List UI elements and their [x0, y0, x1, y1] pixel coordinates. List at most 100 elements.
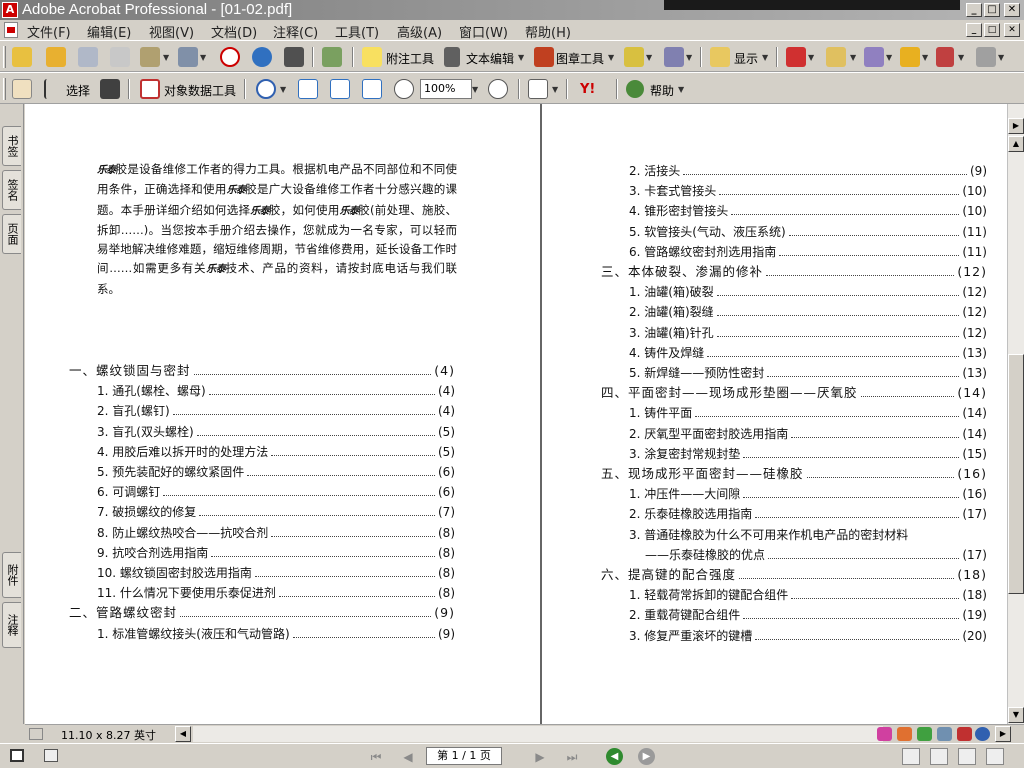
- page-right-icon[interactable]: ▶: [1008, 118, 1024, 134]
- rotate-view-icon[interactable]: [528, 79, 548, 99]
- chevron-down-icon[interactable]: ▼: [472, 85, 478, 94]
- chevron-down-icon[interactable]: ▼: [200, 53, 206, 62]
- text-edit-icon[interactable]: [444, 47, 460, 67]
- leaf-icon[interactable]: [917, 727, 932, 741]
- toc-section-heading[interactable]: 六、提高键的配合强度 (18): [601, 566, 987, 584]
- toc-entry[interactable]: 2. 油罐(箱)裂缝 (12): [629, 303, 987, 321]
- zoom-plus-icon[interactable]: [488, 79, 508, 99]
- continuous-layout-icon[interactable]: [930, 748, 948, 765]
- stamp-tools-label[interactable]: 图章工具: [556, 50, 604, 67]
- tab-attachments[interactable]: 附件: [2, 552, 21, 598]
- toc-entry[interactable]: 3. 卡套式管接头 (10): [629, 182, 987, 200]
- toc-entry[interactable]: 8. 防止螺纹热咬合——抗咬合剂 (8): [97, 524, 455, 542]
- toc-entry[interactable]: 3. 盲孔(双头螺栓) (5): [97, 423, 455, 441]
- chevron-down-icon[interactable]: ▼: [280, 85, 286, 94]
- read-aloud-icon[interactable]: [322, 47, 342, 67]
- first-page-icon[interactable]: ⏮: [366, 749, 386, 765]
- scroll-up-icon[interactable]: ▲: [1008, 136, 1024, 152]
- toc-entry[interactable]: 2. 活接头 (9): [629, 162, 987, 180]
- acrobat-app-icon[interactable]: A: [2, 2, 18, 18]
- fit-width-icon[interactable]: [362, 79, 382, 99]
- tab-signatures[interactable]: 签名: [2, 170, 21, 210]
- hand-tool-icon[interactable]: [12, 79, 32, 99]
- menu-help[interactable]: 帮助(H): [525, 22, 571, 41]
- toc-entry[interactable]: 1. 油罐(箱)破裂 (12): [629, 283, 987, 301]
- signature-icon[interactable]: [864, 47, 884, 67]
- chevron-down-icon[interactable]: ▼: [808, 53, 814, 62]
- zoom-out-icon[interactable]: [394, 79, 414, 99]
- horizontal-scrollbar[interactable]: [193, 726, 883, 742]
- highlight-icon[interactable]: [624, 47, 644, 67]
- object-data-label[interactable]: 对象数据工具: [164, 82, 236, 99]
- help-label[interactable]: 帮助: [650, 82, 674, 99]
- save-icon[interactable]: [78, 47, 98, 67]
- toc-entry[interactable]: 2. 重载荷键配合组件 (19): [629, 606, 987, 624]
- navigation-pane-toggle-icon[interactable]: [10, 749, 24, 762]
- comment-tool-icon[interactable]: [877, 727, 892, 741]
- lock-icon[interactable]: [900, 47, 920, 67]
- next-view-icon[interactable]: ▶: [638, 748, 655, 765]
- forms-icon[interactable]: [976, 47, 996, 67]
- text-edit-label[interactable]: 文本编辑: [466, 50, 514, 67]
- note-icon[interactable]: [362, 47, 382, 67]
- tab-bookmarks[interactable]: 书签: [2, 126, 21, 166]
- doc-restore-button[interactable]: □: [984, 23, 1000, 37]
- chevron-down-icon[interactable]: ▼: [922, 53, 928, 62]
- page-view-icon[interactable]: [44, 749, 58, 762]
- select-label[interactable]: 选择: [66, 82, 90, 99]
- menu-window[interactable]: 窗口(W): [459, 22, 508, 41]
- chevron-down-icon[interactable]: ▼: [762, 53, 768, 62]
- scroll-left-icon[interactable]: ◀: [175, 726, 191, 742]
- toc-entry[interactable]: 5. 软管接头(气动、液压系统) (11): [629, 223, 987, 241]
- chevron-down-icon[interactable]: ▼: [958, 53, 964, 62]
- document-status-icon[interactable]: [957, 727, 972, 741]
- menu-document[interactable]: 文档(D): [211, 22, 257, 41]
- object-data-icon[interactable]: [140, 79, 160, 99]
- toc-entry[interactable]: 4. 铸件及焊缝 (13): [629, 344, 987, 362]
- toolbar-grip[interactable]: [3, 78, 6, 100]
- toc-section-heading[interactable]: 二、管路螺纹密封 (9): [69, 604, 455, 622]
- toc-entry[interactable]: 5. 预先装配好的螺纹紧固件 (6): [97, 463, 455, 481]
- scroll-down-icon[interactable]: ▼: [1008, 707, 1024, 723]
- link-icon[interactable]: [897, 727, 912, 741]
- review-icon[interactable]: [826, 47, 846, 67]
- zoom-input[interactable]: 100%: [420, 79, 472, 99]
- chevron-down-icon[interactable]: ▼: [998, 53, 1004, 62]
- toc-entry[interactable]: 3. 普通硅橡胶为什么不可用来作机电产品的密封材料: [629, 526, 987, 544]
- next-page-icon[interactable]: ▶: [530, 749, 550, 765]
- toc-entry[interactable]: 2. 厌氧型平面密封胶选用指南 (14): [629, 425, 987, 443]
- toc-entry[interactable]: 9. 抗咬合剂选用指南 (8): [97, 544, 455, 562]
- toc-entry[interactable]: 6. 管路螺纹密封剂选用指南 (11): [629, 243, 987, 261]
- snapshot-icon[interactable]: [100, 79, 120, 99]
- chevron-down-icon[interactable]: ▼: [646, 53, 652, 62]
- scroll-right-icon[interactable]: ▶: [995, 726, 1011, 742]
- toc-section-heading[interactable]: 一、螺纹锁固与密封 (4): [69, 362, 455, 380]
- keyboard-icon[interactable]: [937, 727, 952, 741]
- close-button[interactable]: ✕: [1004, 3, 1020, 17]
- toc-entry[interactable]: 3. 涂复密封常规封垫 (15): [629, 445, 987, 463]
- attach-icon[interactable]: [178, 47, 198, 67]
- tab-comments[interactable]: 注释: [2, 602, 21, 648]
- toc-entry[interactable]: 4. 用胶后难以拆开时的处理方法 (5): [97, 443, 455, 461]
- actual-size-icon[interactable]: [298, 79, 318, 99]
- pen-icon[interactable]: [936, 47, 954, 67]
- single-page-layout-icon[interactable]: [902, 748, 920, 765]
- select-text-icon[interactable]: [44, 79, 58, 99]
- help-circle-icon[interactable]: [975, 727, 990, 741]
- fit-page-icon[interactable]: [330, 79, 350, 99]
- split-handle-icon[interactable]: [29, 728, 43, 740]
- open-icon[interactable]: [12, 47, 32, 67]
- yahoo-button[interactable]: Y!: [580, 82, 595, 97]
- create-pdf-from-icon[interactable]: [786, 47, 806, 67]
- continuous-facing-layout-icon[interactable]: [986, 748, 1004, 765]
- document-view[interactable]: 乐泰胶是设备维修工作者的得力工具。根据机电产品不同部位和不同使用条件，正确选择和…: [25, 104, 1007, 724]
- zoom-in-icon[interactable]: [256, 79, 276, 99]
- stamp-icon[interactable]: [534, 47, 554, 67]
- toc-entry[interactable]: 7. 破损螺纹的修复 (7): [97, 503, 455, 521]
- minimize-button[interactable]: _: [966, 3, 982, 17]
- tab-pages[interactable]: 页面: [2, 214, 21, 254]
- vertical-scrollbar[interactable]: ▶ ▲ ▼: [1007, 104, 1024, 724]
- comment-tools-label[interactable]: 附注工具: [386, 50, 434, 67]
- toc-section-heading[interactable]: 三、本体破裂、渗漏的修补 (12): [601, 263, 987, 281]
- page-number-input[interactable]: 第 1 / 1 页: [426, 747, 502, 765]
